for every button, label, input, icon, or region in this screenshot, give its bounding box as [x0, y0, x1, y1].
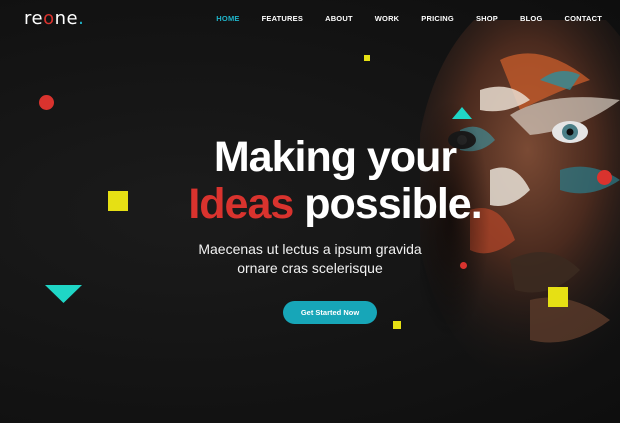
logo-text-suffix: ne — [54, 8, 79, 29]
hero-section: reone. HOME FEATURES ABOUT WORK PRICING … — [0, 0, 620, 423]
nav-home[interactable]: HOME — [216, 14, 239, 23]
red-circle-icon — [597, 170, 612, 185]
nav-pricing[interactable]: PRICING — [421, 14, 454, 23]
subtitle-line-1: Maecenas ut lectus a ipsum gravida — [198, 241, 422, 257]
nav-about[interactable]: ABOUT — [325, 14, 353, 23]
get-started-button[interactable]: Get Started Now — [283, 301, 377, 324]
hero-subtitle: Maecenas ut lectus a ipsum gravida ornar… — [190, 240, 430, 278]
nav-contact[interactable]: CONTACT — [564, 14, 602, 23]
nav-work[interactable]: WORK — [375, 14, 400, 23]
subtitle-line-2: ornare cras scelerisque — [237, 260, 383, 276]
teal-triangle-icon — [452, 107, 472, 119]
red-circle-icon — [460, 262, 467, 269]
logo-dot: . — [78, 8, 85, 29]
nav-blog[interactable]: BLOG — [520, 14, 542, 23]
logo-text-prefix: re — [24, 8, 44, 29]
headline-line-1: Making your — [213, 133, 457, 181]
headline-line-2-rest: possible. — [304, 180, 482, 228]
logo-o: o — [43, 8, 55, 29]
yellow-square-icon — [108, 191, 128, 211]
main-navigation: HOME FEATURES ABOUT WORK PRICING SHOP BL… — [216, 14, 602, 23]
yellow-square-icon — [364, 55, 370, 61]
red-circle-icon — [39, 95, 54, 110]
yellow-square-icon — [548, 287, 568, 307]
nav-features[interactable]: FEATURES — [262, 14, 303, 23]
hero-headline: Making your Ideas possible. — [170, 134, 500, 228]
yellow-square-icon — [393, 321, 401, 329]
brand-logo[interactable]: reone. — [24, 8, 84, 29]
headline-accent-word: Ideas — [188, 180, 294, 228]
nav-shop[interactable]: SHOP — [476, 14, 498, 23]
teal-triangle-icon — [45, 285, 82, 303]
